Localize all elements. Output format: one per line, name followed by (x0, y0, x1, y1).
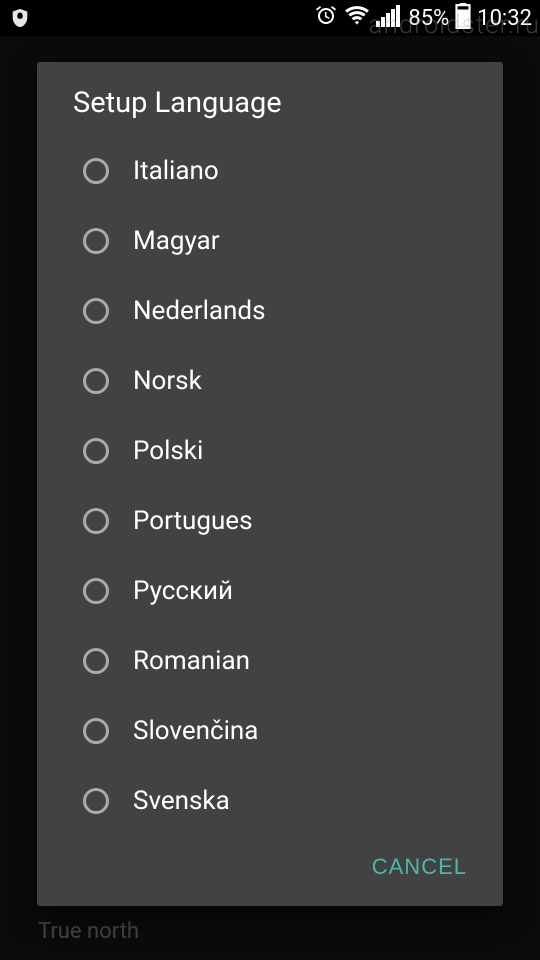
radio-icon (83, 438, 109, 464)
option-label: Italiano (133, 156, 219, 186)
language-dialog: Setup Language Italiano Magyar Nederland… (37, 62, 503, 906)
language-option-romanian[interactable]: Romanian (37, 626, 503, 696)
radio-icon (83, 298, 109, 324)
language-options-list: Italiano Magyar Nederlands Norsk Polski … (37, 130, 503, 836)
language-option-slovencina[interactable]: Slovenčina (37, 696, 503, 766)
language-option-polski[interactable]: Polski (37, 416, 503, 486)
radio-icon (83, 788, 109, 814)
battery-percent: 85% (408, 6, 449, 31)
language-option-svenska[interactable]: Svenska (37, 766, 503, 836)
option-label: Polski (133, 436, 203, 466)
language-option-norsk[interactable]: Norsk (37, 346, 503, 416)
modal-overlay[interactable]: Setup Language Italiano Magyar Nederland… (0, 36, 540, 960)
language-option-italiano[interactable]: Italiano (37, 136, 503, 206)
dialog-actions: CANCEL (37, 836, 503, 898)
language-option-nederlands[interactable]: Nederlands (37, 276, 503, 346)
option-label: Norsk (133, 366, 202, 396)
option-label: Svenska (133, 786, 230, 816)
radio-icon (83, 578, 109, 604)
language-option-russian[interactable]: Русский (37, 556, 503, 626)
radio-icon (83, 648, 109, 674)
option-label: Romanian (133, 646, 250, 676)
option-label: Slovenčina (133, 716, 258, 746)
option-label: Nederlands (133, 296, 266, 326)
shield-app-icon (8, 6, 32, 30)
language-option-magyar[interactable]: Magyar (37, 206, 503, 276)
radio-icon (83, 508, 109, 534)
option-label: Русский (133, 576, 233, 606)
radio-icon (83, 718, 109, 744)
radio-icon (83, 368, 109, 394)
alarm-icon (314, 4, 338, 33)
status-bar: 85% 10:32 (0, 0, 540, 36)
dialog-title: Setup Language (37, 62, 503, 130)
signal-icon (376, 5, 402, 32)
battery-icon (455, 3, 471, 34)
language-option-portugues[interactable]: Portugues (37, 486, 503, 556)
wifi-icon (344, 5, 370, 32)
clock-time: 10:32 (477, 6, 532, 31)
radio-icon (83, 228, 109, 254)
cancel-button[interactable]: CANCEL (364, 848, 475, 886)
radio-icon (83, 158, 109, 184)
option-label: Magyar (133, 226, 220, 256)
option-label: Portugues (133, 506, 253, 536)
